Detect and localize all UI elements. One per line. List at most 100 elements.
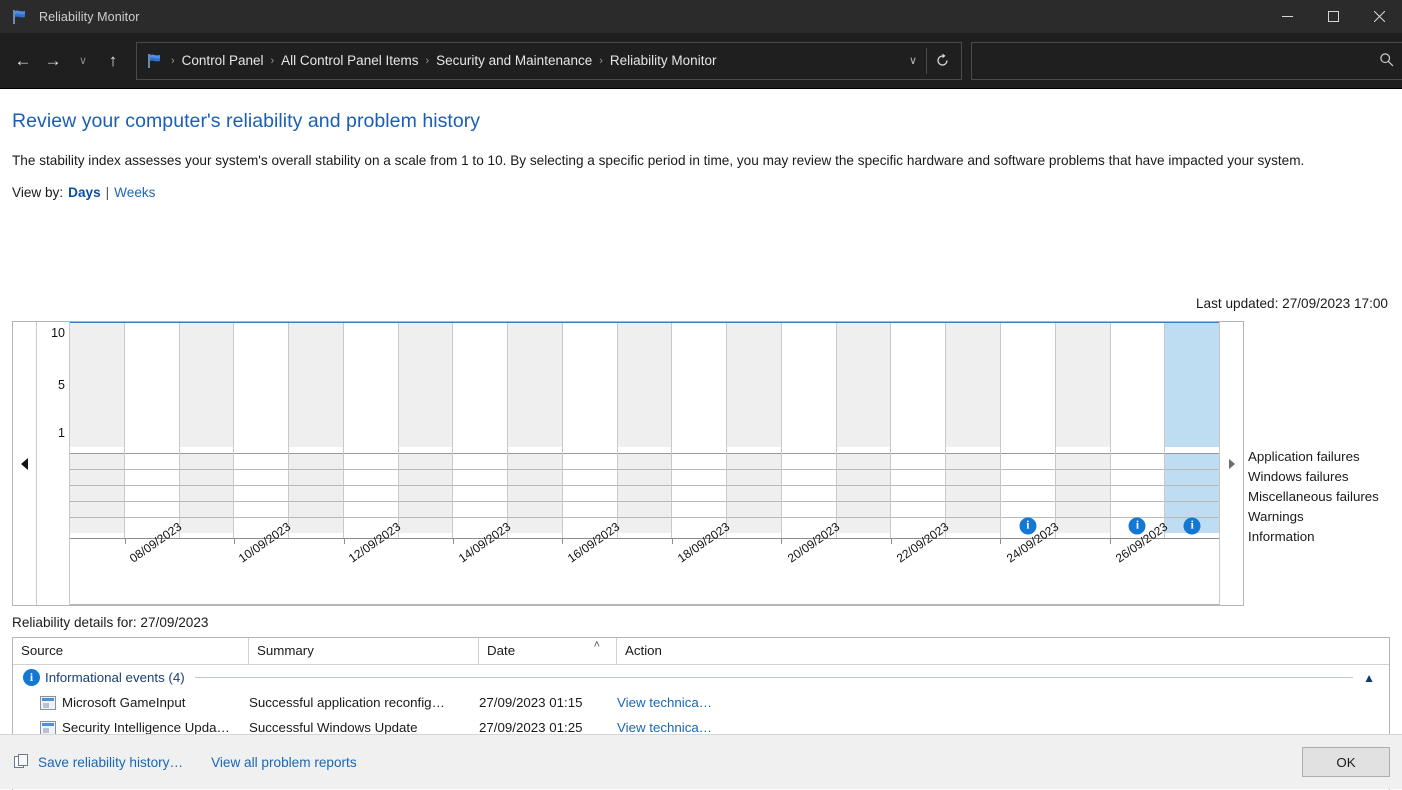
chart-column[interactable] [289, 322, 344, 538]
chart-event-cell [781, 485, 836, 501]
forward-button[interactable]: → [38, 44, 68, 78]
chart-event-cell [1001, 485, 1055, 501]
chart-column[interactable] [836, 322, 892, 538]
chart-scroll-right-button[interactable] [1219, 322, 1243, 605]
column-header-source[interactable]: Source [13, 638, 249, 664]
chart-scroll-left-button[interactable] [13, 322, 37, 605]
chart-event-rows [234, 453, 289, 533]
maximize-button[interactable] [1310, 0, 1356, 33]
chart-event-cell [1055, 501, 1110, 517]
page-description: The stability index assesses your system… [12, 153, 1305, 168]
search-box[interactable] [971, 41, 1402, 80]
maximize-icon [1327, 11, 1339, 22]
close-button[interactable] [1356, 0, 1402, 33]
chart-column[interactable] [234, 322, 290, 538]
blue-info-icon[interactable]: i [1128, 517, 1146, 534]
view-by-separator: | [105, 185, 110, 200]
chart-event-cell: i [1165, 517, 1219, 534]
flag-icon [13, 9, 25, 24]
chart-index-cell [453, 322, 507, 447]
address-bar[interactable]: › Control Panel › All Control Panel Item… [136, 41, 962, 80]
y-tick-10: 10 [51, 326, 65, 340]
chart-column[interactable] [453, 322, 509, 538]
breadcrumb-item-reliability-monitor[interactable]: Reliability Monitor [604, 50, 723, 71]
chart-index-cell [125, 322, 179, 447]
blue-info-icon: i [23, 669, 40, 686]
chart-event-cell [289, 453, 343, 469]
column-header-action[interactable]: Action [617, 638, 1317, 664]
chart-event-cell [453, 469, 508, 485]
chart-event-cell [1165, 501, 1219, 517]
chart-y-axis: 10 5 1 [37, 322, 70, 605]
view-all-problem-reports-link[interactable]: View all problem reports [211, 755, 357, 770]
chart-event-cell [124, 469, 179, 485]
chart-event-cell [1110, 501, 1165, 517]
chart-event-cell [453, 501, 508, 517]
chart-column[interactable] [124, 322, 180, 538]
back-button[interactable]: ← [8, 44, 38, 78]
blue-info-icon[interactable]: i [1019, 517, 1037, 534]
chart-column[interactable] [179, 322, 235, 538]
chevron-down-icon[interactable]: ∨ [900, 54, 926, 67]
chart-column[interactable] [398, 322, 454, 538]
search-input[interactable] [982, 53, 1379, 68]
chart-legend: Application failures Windows failures Misc… [1248, 447, 1398, 547]
chart-column[interactable]: i [1165, 322, 1219, 538]
chart-column[interactable] [343, 322, 399, 538]
group-row-informational-events[interactable]: i Informational events (4) ▲ [13, 665, 1389, 690]
view-by-days-link[interactable]: Days [68, 185, 101, 200]
chart-event-cell [672, 469, 727, 485]
column-header-summary[interactable]: Summary [249, 638, 479, 664]
chart-event-cell [234, 453, 289, 469]
chart-event-cell [179, 453, 234, 469]
chart-column[interactable] [508, 322, 563, 538]
chart-column[interactable] [891, 322, 947, 538]
chart-event-rows [946, 453, 1001, 533]
save-reliability-history-link[interactable]: Save reliability history… [38, 755, 183, 770]
chart-index-cell [617, 322, 672, 447]
chart-column[interactable] [617, 322, 673, 538]
chart-column[interactable] [781, 322, 837, 538]
chart-column[interactable] [727, 322, 782, 538]
chart-event-cell [727, 469, 781, 485]
chart-column[interactable]: i [1001, 322, 1056, 538]
refresh-button[interactable] [927, 46, 957, 76]
chart-column[interactable] [946, 322, 1002, 538]
page-content: Review your computer's reliability and p… [0, 89, 1402, 790]
chevron-up-icon[interactable]: ▲ [1363, 671, 1375, 685]
title-bar: Reliability Monitor [0, 0, 1402, 33]
triangle-right-icon [1228, 458, 1235, 469]
chart-event-cell [1055, 517, 1110, 533]
ok-button[interactable]: OK [1302, 747, 1390, 777]
chart-event-cell [508, 469, 562, 485]
up-button[interactable]: ↑ [98, 44, 128, 78]
chart-column[interactable] [70, 322, 125, 538]
chart-event-rows [562, 453, 617, 533]
chart-column[interactable] [672, 322, 728, 538]
view-by-weeks-link[interactable]: Weeks [114, 185, 155, 200]
chart-event-cell [781, 469, 836, 485]
chart-event-cell [1055, 453, 1110, 469]
table-row[interactable]: Microsoft GameInput Successful applicatio… [13, 690, 1389, 715]
chart-index-cell [727, 322, 781, 447]
view-technical-details-link[interactable]: View technica… [617, 695, 712, 710]
chart-event-cell [179, 501, 234, 517]
breadcrumb-item-control-panel[interactable]: Control Panel [176, 50, 270, 71]
breadcrumb-item-all-control-panel-items[interactable]: All Control Panel Items [275, 50, 424, 71]
column-header-date[interactable]: Date ˄ [479, 638, 617, 664]
details-label: Reliability details for: 27/09/2023 [12, 615, 209, 630]
breadcrumb-item-security-and-maintenance[interactable]: Security and Maintenance [430, 50, 598, 71]
chart-column[interactable] [1055, 322, 1111, 538]
search-icon[interactable] [1379, 52, 1394, 70]
chart-event-cell [343, 453, 398, 469]
blue-info-icon[interactable]: i [1183, 517, 1201, 534]
chart-column[interactable] [562, 322, 618, 538]
view-technical-details-link[interactable]: View technica… [617, 720, 712, 735]
view-by-label: View by: [12, 185, 64, 200]
chart-index-cell [946, 322, 1001, 447]
minimize-button[interactable] [1264, 0, 1310, 33]
chart-column[interactable]: i [1110, 322, 1166, 538]
chart-index-cell [563, 322, 617, 447]
recent-locations-button[interactable]: ∨ [68, 44, 98, 78]
chart-event-cell [672, 501, 727, 517]
